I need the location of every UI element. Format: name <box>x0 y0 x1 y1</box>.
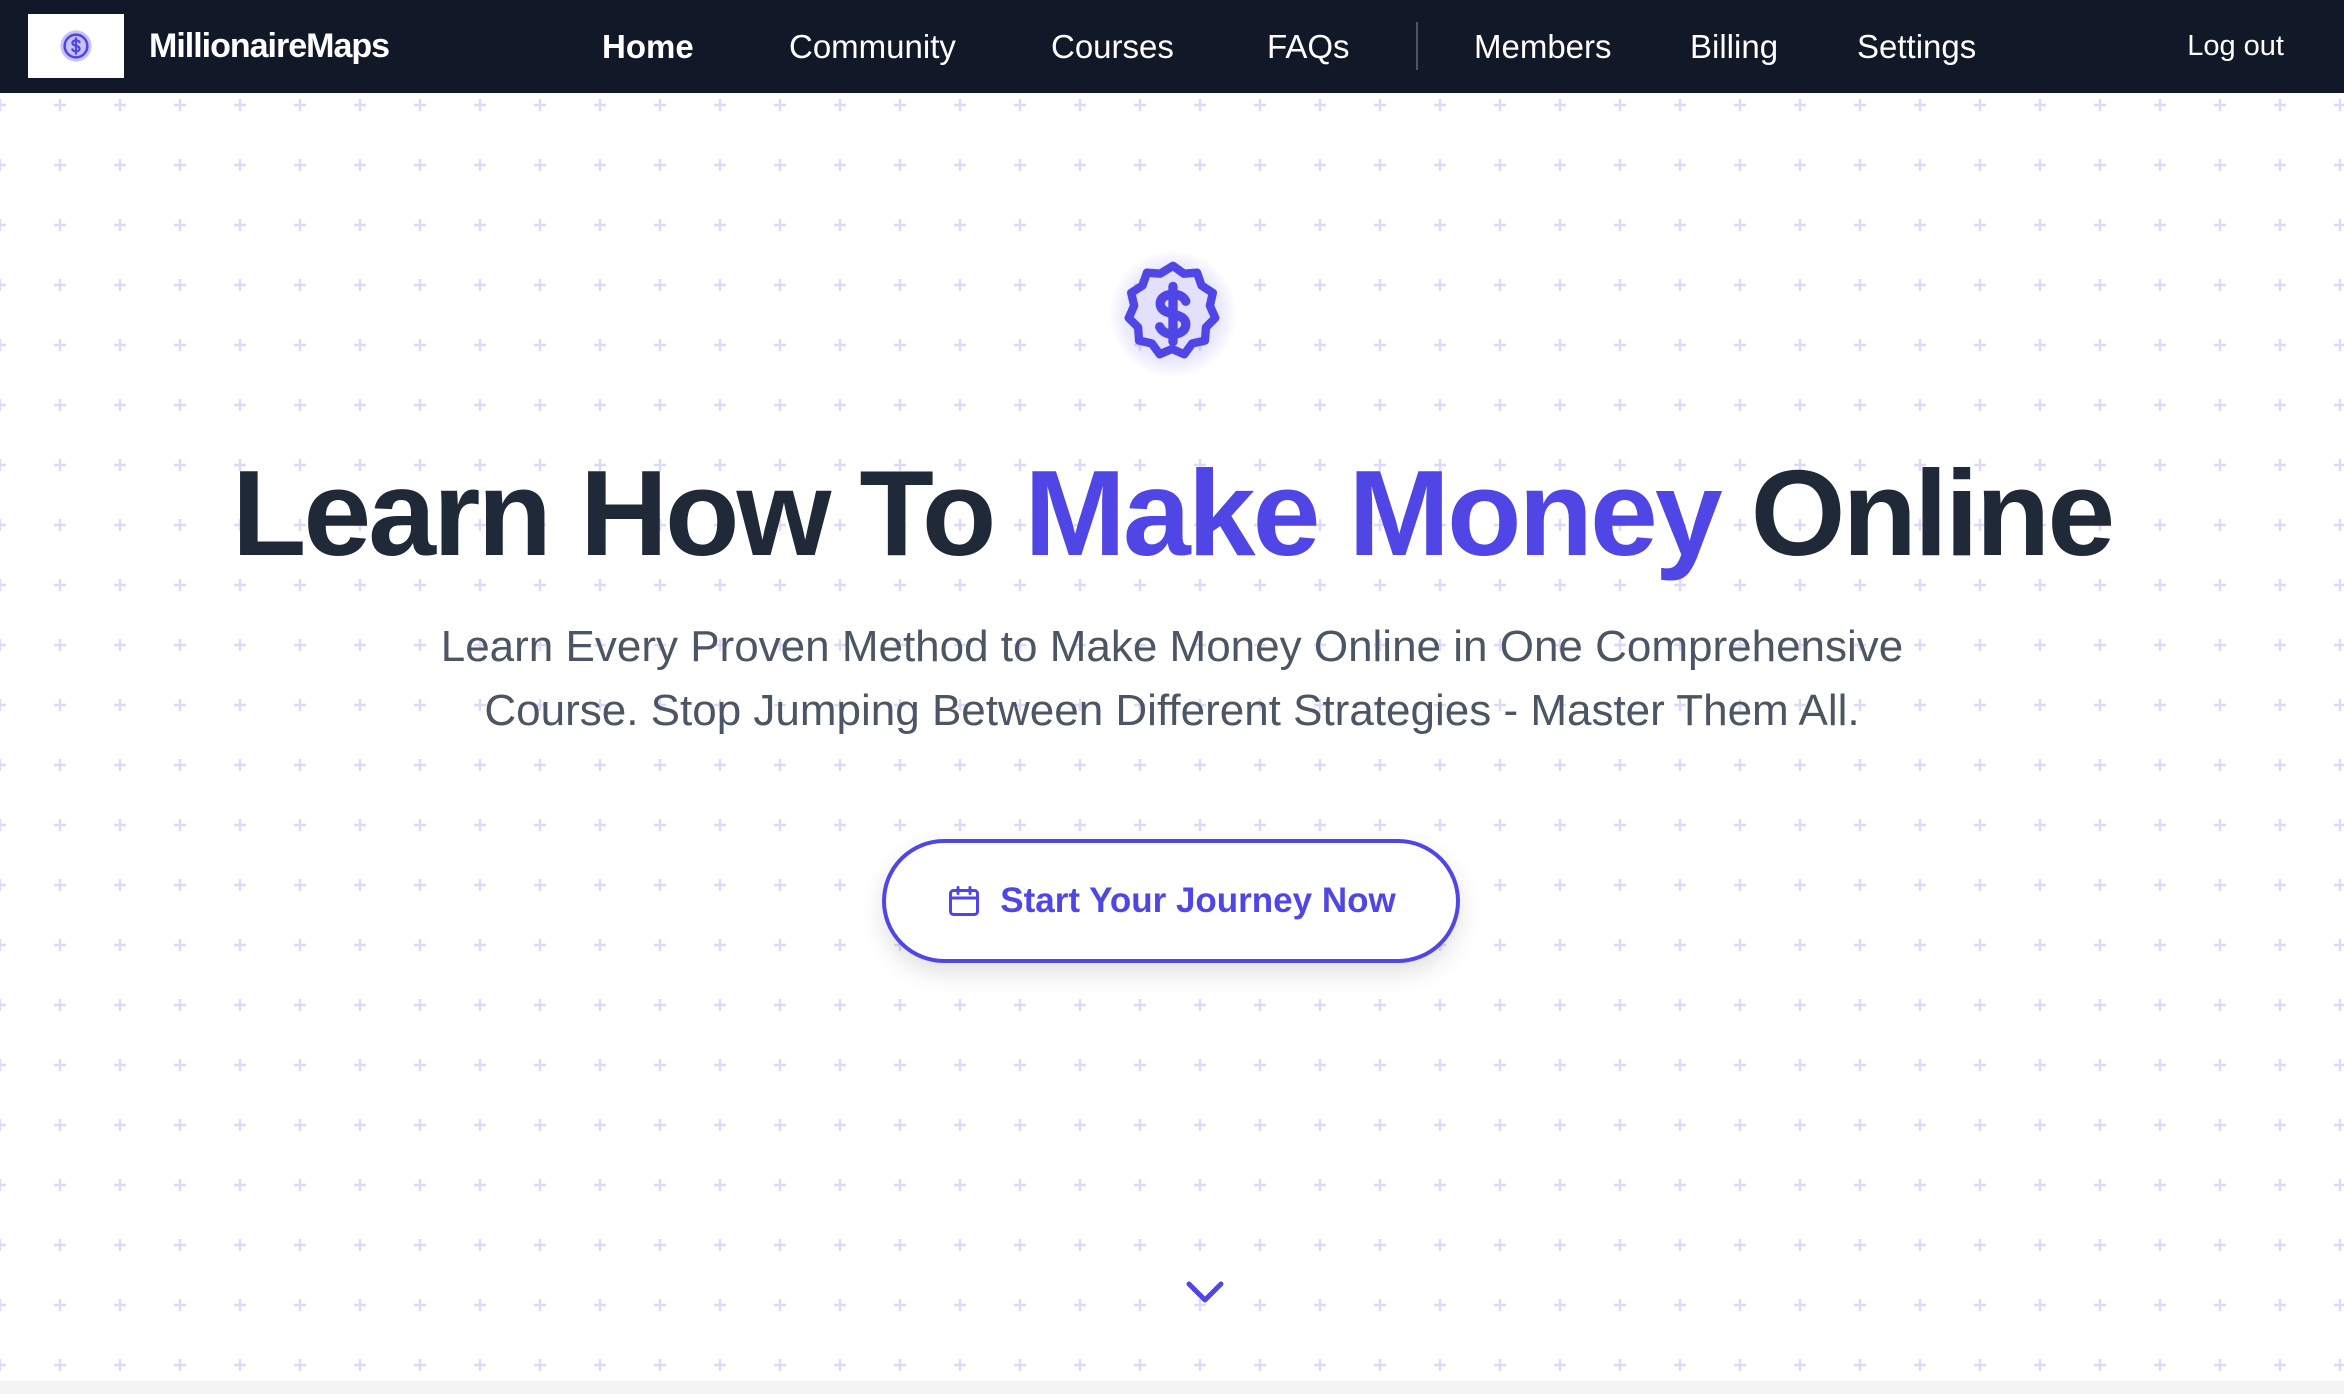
hero-headline: Learn How To Make Money Online <box>0 443 2344 583</box>
hero-section: Learn How To Make Money Online Learn Eve… <box>0 93 2344 1381</box>
nav-members[interactable]: Members <box>1474 0 1612 93</box>
logout-link[interactable]: Log out <box>2187 0 2284 93</box>
bottom-strip <box>0 1381 2344 1394</box>
calendar-icon <box>949 886 980 916</box>
nav-courses[interactable]: Courses <box>1051 0 1174 93</box>
headline-part2: Online <box>1719 445 2116 581</box>
start-journey-button[interactable]: Start Your Journey Now <box>882 839 1460 963</box>
nav-community[interactable]: Community <box>789 0 956 93</box>
brand-name[interactable]: MillionaireMaps <box>149 0 390 93</box>
hero-dollar-badge <box>1110 251 1236 377</box>
hero-subtitle: Learn Every Proven Method to Make Money … <box>440 622 1904 735</box>
nav-settings[interactable]: Settings <box>1857 0 1976 93</box>
nav-divider <box>1416 22 1418 70</box>
nav-billing[interactable]: Billing <box>1690 0 1778 93</box>
brand-logo[interactable] <box>28 14 124 78</box>
headline-accent: Make Money <box>1024 445 1722 581</box>
page: MillionaireMaps Home Community Courses F… <box>0 0 2344 1394</box>
start-journey-label: Start Your Journey Now <box>1000 881 1396 920</box>
nav-home[interactable]: Home <box>602 0 694 93</box>
chevron-down-icon[interactable] <box>1183 1276 1227 1306</box>
top-navbar: MillionaireMaps Home Community Courses F… <box>0 0 2344 93</box>
headline-part1: Learn How To <box>231 445 1025 581</box>
nav-faqs[interactable]: FAQs <box>1267 0 1350 93</box>
dollar-badge-icon <box>60 30 92 62</box>
dollar-badge-icon <box>1124 261 1220 359</box>
